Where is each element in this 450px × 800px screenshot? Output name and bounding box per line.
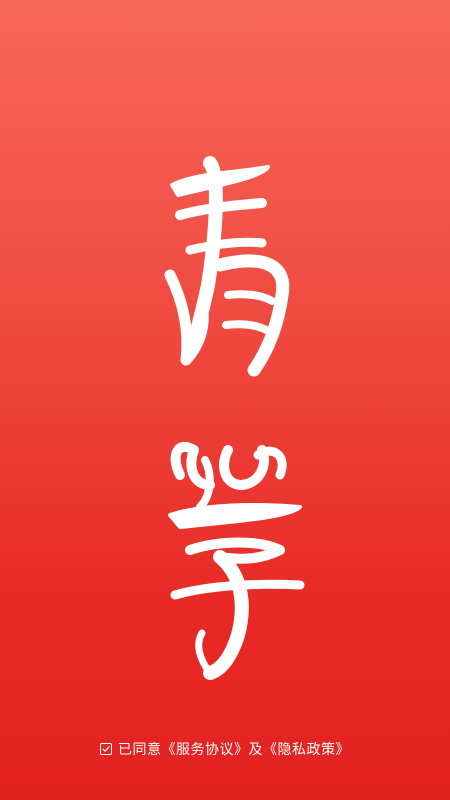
- app-logo: 青學: [150, 155, 310, 685]
- calligraphy-logo-icon: [164, 156, 305, 680]
- agreement-joiner: 及: [248, 742, 263, 758]
- splash-screen: 青學 已同意 《服务协议》 及 《隐私政策》: [0, 0, 450, 800]
- agreement-checkbox[interactable]: [100, 743, 112, 755]
- privacy-policy-link[interactable]: 《隐私政策》: [263, 739, 350, 759]
- agreement-prefix: 已同意: [118, 742, 162, 758]
- agreement-row: 已同意 《服务协议》 及 《隐私政策》: [0, 737, 450, 761]
- service-agreement-link[interactable]: 《服务协议》: [162, 739, 249, 759]
- checkbox-checked-icon: [102, 746, 110, 752]
